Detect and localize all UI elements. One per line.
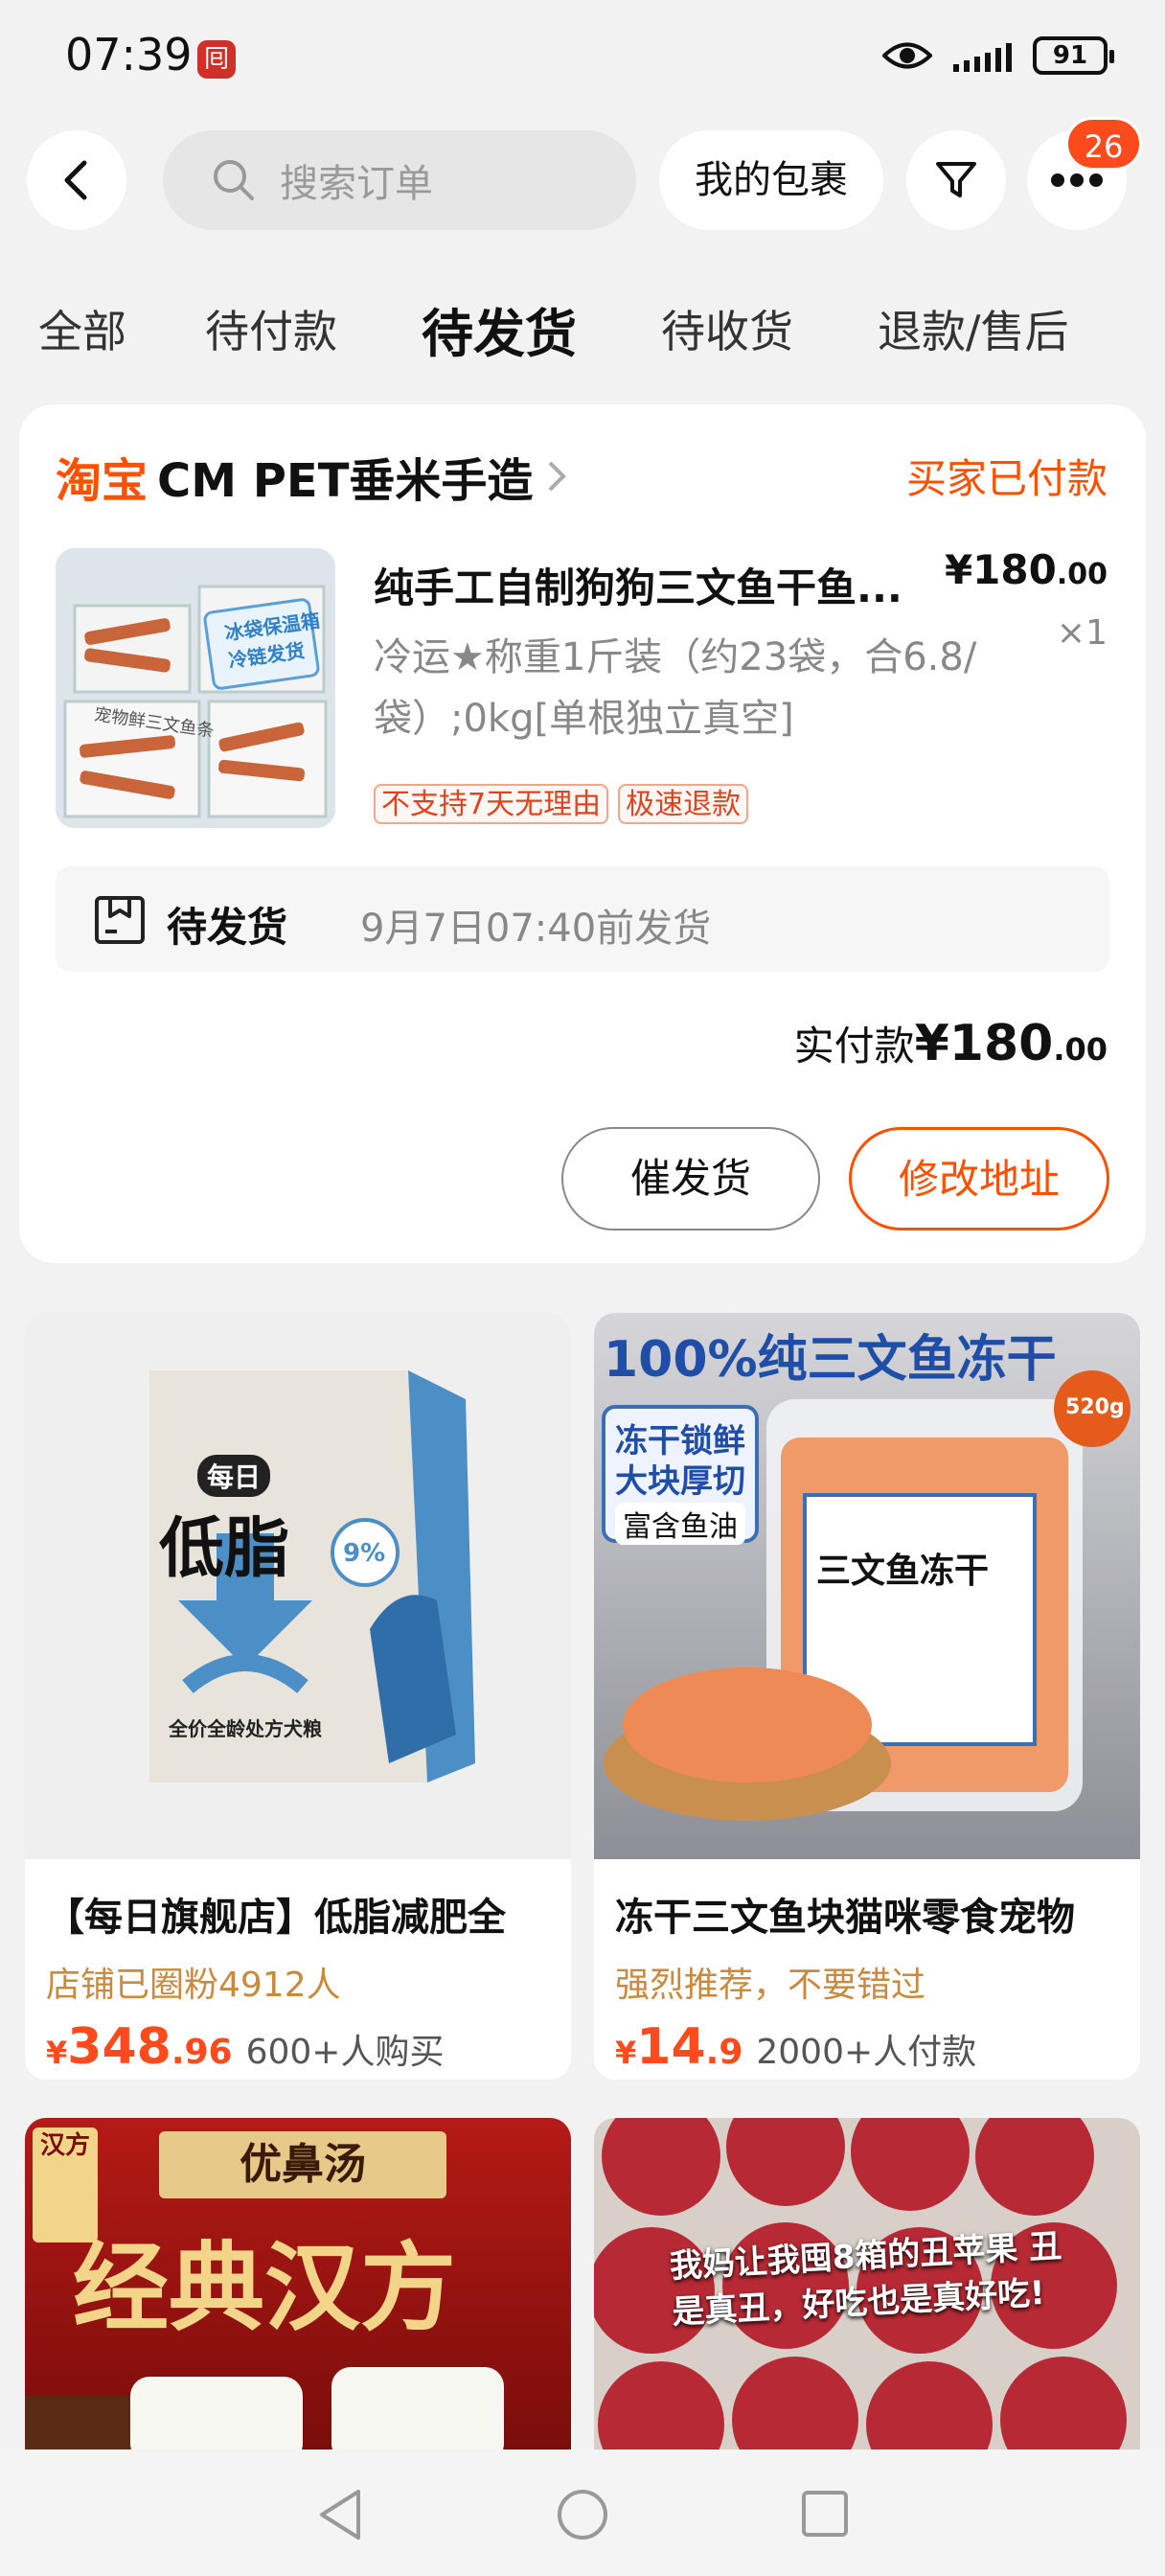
battery-icon: 91 (1033, 36, 1114, 75)
shipping-deadline: 9月7日07:40前发货 (360, 907, 712, 951)
jar-headline: 100%纯三文鱼冻干 (604, 1331, 1057, 1389)
search-input[interactable]: 搜索订单 (163, 130, 636, 230)
herbal-title: 经典汉方 (73, 2231, 456, 2344)
recommend-title: 【每日旗舰店】低脂减肥全 (46, 1896, 506, 1940)
tab-pending-shipment[interactable]: 待发货 (422, 291, 577, 367)
herbal-seal: 汉方 (33, 2128, 98, 2242)
paid-amount: 实付款¥180.00 (793, 1015, 1108, 1072)
app-notification-icon: 囘 (197, 40, 236, 79)
product-tags: 不支持7天无理由 极速退款 (374, 784, 749, 824)
tag-fast-refund: 极速退款 (618, 784, 749, 824)
recommend-card[interactable]: 我妈让我囤8箱的丑苹果 丑是真丑，好吃也是真好吃! (594, 2118, 1140, 2450)
tab-refund[interactable]: 退款/售后 (878, 297, 1069, 360)
herbal-bottles (25, 2367, 504, 2450)
order-tabs: 全部 待付款 待发货 待收货 退款/售后 (0, 288, 1165, 374)
product-price: ¥180.00 (944, 546, 1108, 593)
recommend-image: 每日 低脂 9% 全价全龄处方犬粮 (25, 1313, 571, 1859)
urge-shipping-button[interactable]: 催发货 (561, 1127, 820, 1230)
tag-no-7day-return: 不支持7天无理由 (374, 784, 609, 824)
jar-box-3: 富含鱼油 (615, 1503, 745, 1545)
shipping-status: 待发货 (167, 904, 288, 951)
nav-home-icon[interactable] (556, 2488, 609, 2542)
product-title[interactable]: 纯手工自制狗狗三文鱼干鱼... (374, 556, 958, 614)
paid-label: 实付款 (793, 1023, 915, 1070)
nav-back-icon[interactable] (316, 2488, 364, 2542)
tab-all[interactable]: 全部 (38, 297, 126, 360)
eye-icon (882, 42, 932, 69)
change-address-button[interactable]: 修改地址 (849, 1127, 1109, 1230)
shop-link[interactable]: 淘宝 CM PET垂米手造 (56, 443, 567, 510)
product-quantity: ×1 (1056, 613, 1108, 653)
status-time: 07:39 (65, 29, 193, 80)
tab-pending-payment[interactable]: 待付款 (205, 297, 337, 360)
order-status: 买家已付款 (905, 455, 1108, 502)
recommend-image: 我妈让我囤8箱的丑苹果 丑是真丑，好吃也是真好吃! (594, 2118, 1140, 2450)
tab-pending-receipt[interactable]: 待收货 (661, 297, 793, 360)
recommend-card[interactable]: 优鼻汤 经典汉方 汉方 (25, 2118, 571, 2450)
recommend-image: 100%纯三文鱼冻干 冻干锁鲜 大块厚切 富含鱼油 三文鱼冻干 520g (594, 1313, 1140, 1859)
herbal-banner: 优鼻汤 (159, 2131, 446, 2198)
signal-icon (953, 39, 1012, 72)
jar-sticker: 520g (1065, 1395, 1125, 1419)
taobao-logo: 淘宝 (56, 454, 148, 508)
product-photo (56, 548, 335, 828)
bag-brand: 每日 (197, 1455, 271, 1497)
recommend-image: 优鼻汤 经典汉方 汉方 (25, 2118, 571, 2450)
status-indicators: 91 (882, 36, 1114, 75)
filter-button[interactable] (906, 130, 1006, 230)
notification-badge: 26 (1065, 117, 1142, 171)
back-arrow-icon (64, 160, 87, 200)
nav-recent-icon[interactable] (801, 2490, 849, 2538)
recommend-subtitle: 强烈推荐，不要错过 (615, 1966, 926, 2005)
back-button[interactable] (27, 130, 126, 230)
recommend-title: 冻干三文鱼块猫咪零食宠物 (615, 1896, 1075, 1940)
product-spec: 冷运★称重1斤装（约23袋，合6.8/袋）;0kg[单根独立真空] (374, 635, 977, 741)
recommend-price: ¥348.96 600+人购买 (46, 2018, 445, 2076)
recommend-sold: 2000+人付款 (756, 2033, 977, 2072)
shipping-info[interactable]: 待发货 9月7日07:40前发货 (56, 866, 1109, 972)
recommend-sold: 600+人购买 (245, 2033, 445, 2072)
bag-percent: 9% (343, 1539, 386, 1568)
recommend-card[interactable]: 100%纯三文鱼冻干 冻干锁鲜 大块厚切 富含鱼油 三文鱼冻干 520g 冻干三… (594, 1313, 1140, 2080)
search-placeholder: 搜索订单 (280, 162, 433, 206)
recommend-price: ¥14.9 2000+人付款 (615, 2018, 977, 2076)
paid-value: ¥180 (914, 1015, 1054, 1072)
recommend-card[interactable]: 每日 低脂 9% 全价全龄处方犬粮 【每日旗舰店】低脂减肥全 店铺已圈粉4912… (25, 1313, 571, 2080)
shop-name: CM PET垂米手造 (157, 454, 534, 508)
product-image[interactable]: 冰袋保温箱 冷链发货 宠物鲜三文鱼条 (56, 548, 335, 828)
recommend-subtitle: 店铺已圈粉4912人 (46, 1966, 341, 2005)
bag-caption: 全价全龄处方犬粮 (169, 1717, 322, 1740)
search-icon (214, 160, 254, 200)
chevron-right-icon (549, 461, 567, 492)
more-dots-icon (1051, 173, 1103, 187)
jar-label: 三文鱼冻干 (816, 1552, 990, 1591)
package-icon (95, 896, 145, 944)
my-packages-button[interactable]: 我的包裹 (659, 130, 883, 230)
jar-box-2: 大块厚切 (615, 1462, 745, 1501)
filter-icon (936, 162, 976, 197)
bag-title: 低脂 (159, 1511, 290, 1587)
order-card: 淘宝 CM PET垂米手造 买家已付款 冰袋保温箱 冷链发货 宠物鲜三文鱼条 纯… (19, 404, 1146, 1263)
system-nav-bar (0, 2450, 1165, 2576)
dog-food-bag (149, 1370, 475, 1782)
